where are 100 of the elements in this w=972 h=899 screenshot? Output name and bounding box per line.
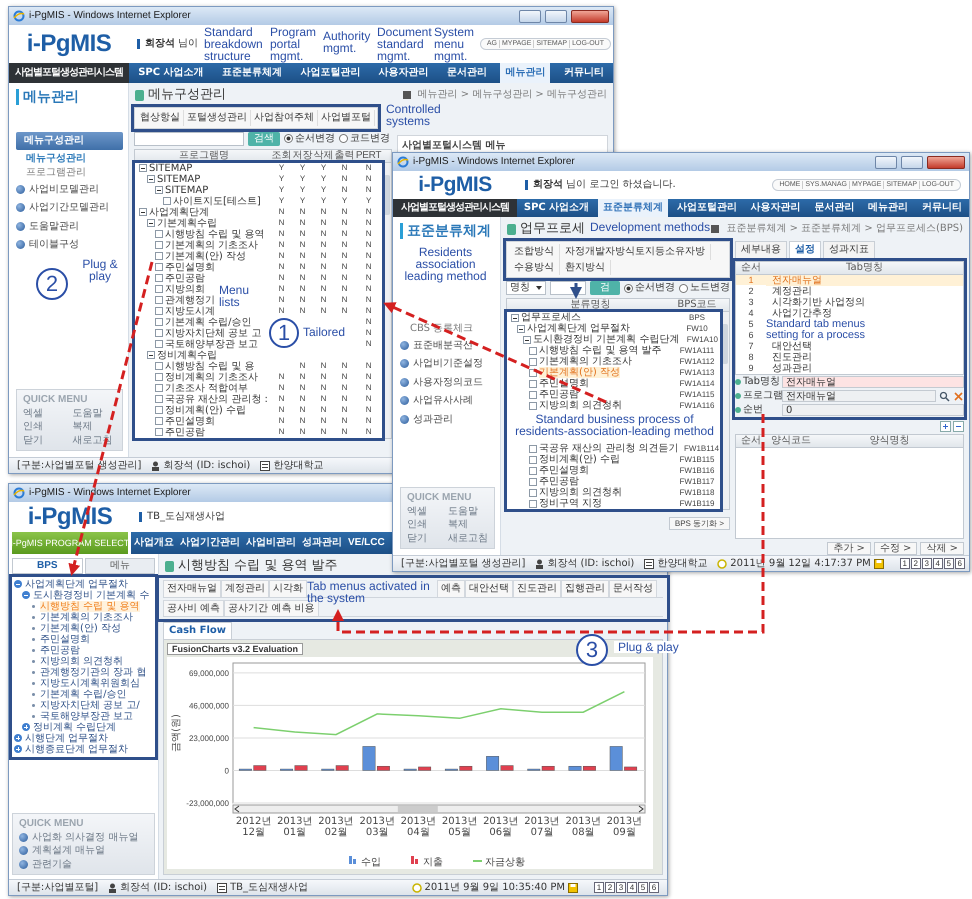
table-cell[interactable]: 3 [736,296,766,308]
menu-item[interactable]: 사업비모델관리 [29,184,99,196]
tree-node-label[interactable]: 주민공람 [165,426,205,438]
minimize-button[interactable] [875,156,897,168]
tab[interactable]: 공사비 예측 [163,600,224,616]
tree-node-label[interactable]: 업무프로세스 [521,312,581,323]
minus-box-icon[interactable] [523,336,531,344]
tab[interactable]: 자정개발자방식토지등소유자방 [560,244,711,260]
table-cell[interactable]: 2 [736,286,766,296]
menu-tab[interactable]: 사업개요 [131,532,177,554]
quick-menu-link[interactable]: 엑셀 [23,408,66,419]
tree-item[interactable]: 주민공람 [40,644,80,656]
tab[interactable]: 조합방식 [509,244,560,260]
tab[interactable]: 시각화 [269,580,307,596]
menu-tab[interactable]: 커뮤니티 [558,63,609,83]
tree-item[interactable]: 관계행정기관의 장과 협 [40,666,146,678]
tree-node-label[interactable]: 주민공람 [539,476,579,487]
menu-tab[interactable]: 문서관리 [442,63,492,83]
tree-node-label[interactable]: 주민공람 [539,389,579,400]
menu-tab[interactable]: 사용자관리 [746,199,806,217]
maximize-button[interactable] [545,10,567,22]
tree-node-label[interactable]: 정비계획수립 [157,350,217,360]
menu-tab[interactable]: SPC 사업소개 [518,199,594,217]
tree-item[interactable]: 도시환경정비 기본계획 수 [33,590,150,600]
menu-item[interactable]: 사용자정의코드 [413,376,483,388]
tree-item[interactable]: 지방의회 의견청취 [40,656,124,666]
tab[interactable]: Cash Flow [163,622,232,638]
tree-item[interactable]: 시행단계 업무절차 [25,732,108,744]
tab[interactable]: 예측 [437,580,465,596]
tree-node-label[interactable]: 지방의회 의견청취 [539,487,622,498]
plus-circle-icon[interactable] [14,734,22,742]
page-button[interactable]: 4 [932,558,943,569]
tree-node-label[interactable]: 시행방침 수립 및 용역 발주 [539,345,662,356]
menu-tab[interactable]: 메뉴관리 [863,199,914,217]
page-button[interactable]: 5 [944,558,954,569]
page-button[interactable]: 6 [649,882,659,893]
quick-menu-link[interactable]: 복제 [72,421,116,432]
quick-menu-link[interactable]: 복제 [448,519,488,530]
tab[interactable]: 대안선택 [465,580,513,596]
tab[interactable]: 환지방식 [560,260,611,275]
minus-box-icon[interactable] [517,324,525,332]
close-button[interactable] [571,10,609,22]
tab[interactable]: 전자매뉴얼 [163,580,221,596]
tree-item[interactable]: 지방자치단체 공보 고/ [40,700,140,710]
page-button[interactable]: 5 [638,882,648,893]
table-cell[interactable]: 9 [736,362,766,374]
page-button[interactable]: 6 [954,558,965,569]
tree-node-label[interactable]: 정비계획(안) 수립 [539,454,620,465]
tree-node-label[interactable]: 주민공람 [165,272,205,284]
quick-menu-link[interactable]: 관련기술 [32,858,72,870]
tree-node-label[interactable]: 주민설명회 [539,465,589,476]
tab[interactable]: 문서작성 [609,580,657,596]
menu-item[interactable]: 사업기간모델관리 [29,202,109,214]
tree-node-label[interactable]: 시행방침 수립 및 용 [165,360,255,372]
tree-node-label[interactable]: 기본계획의 기초조사 [165,240,258,250]
submenu-item[interactable]: 프로그램관리 [16,167,123,179]
quick-menu-link[interactable]: 도움말 [448,506,488,517]
menu-tab[interactable]: 사업비관리 [243,532,299,554]
remove-icon[interactable] [953,420,964,432]
tree-node-label[interactable]: SITEMAP [165,184,208,196]
radio-button[interactable] [339,134,348,143]
action-button[interactable]: 추가 > [827,542,871,555]
tree-node-label[interactable]: 주민설명회 [165,416,215,426]
table-cell[interactable]: 계정관리 [766,286,963,296]
quick-menu-link[interactable]: 계획설계 매뉴얼 [32,845,106,856]
minus-circle-icon[interactable] [22,591,30,599]
tree-item[interactable]: 기본계획의 기초조사 [40,612,134,622]
minus-box-icon[interactable] [155,186,163,194]
action-button[interactable]: 수정 > [874,542,918,555]
add-icon[interactable] [940,420,951,432]
tab[interactable]: 포털생성관리 [184,110,251,126]
radio-button[interactable] [679,284,688,292]
table-cell[interactable]: 사업기간추정 [766,308,963,318]
tree-node-label[interactable]: 주민설명회 [165,262,215,272]
menu-tab[interactable]: 커뮤니티 [917,199,968,217]
tree-node-label[interactable]: 기본계획 수립/승인 [165,316,252,328]
sidebar-tab[interactable]: BPS [12,558,82,574]
minus-box-icon[interactable] [147,219,155,227]
plus-circle-icon[interactable] [22,723,30,731]
tree-item[interactable]: 지방도시계획위원회심 [40,678,140,688]
tree-node-label[interactable]: 기본계획수립 [157,218,217,228]
tab[interactable]: 진도관리 [513,580,561,596]
page-button[interactable]: 3 [616,882,626,893]
quick-menu-link[interactable]: 인쇄 [23,421,66,432]
table-cell[interactable]: 5 [736,318,766,330]
tree-node-label[interactable]: 정비계획(안) 수립 [165,404,246,416]
minus-box-icon[interactable] [511,314,519,322]
tree-node-label[interactable]: SITEMAP [149,162,192,174]
quick-menu-link[interactable]: 새로고침 [448,532,488,544]
radio-button[interactable] [624,284,633,292]
menu-tab[interactable]: 사용자관리 [374,63,434,83]
menu-tab[interactable]: VE/LCC [345,532,388,554]
tree-node-label[interactable]: 사업계획단계 [149,206,209,218]
quick-menu-link[interactable]: 닫기 [23,434,66,446]
minimize-button[interactable] [519,10,541,22]
table-cell[interactable]: 7 [736,340,766,352]
tab[interactable]: 사업참여주체 [251,110,318,126]
tree-node-label[interactable]: 지방도시계 [165,306,215,316]
page-button[interactable]: 3 [922,558,932,569]
table-cell[interactable]: 8 [736,352,766,362]
